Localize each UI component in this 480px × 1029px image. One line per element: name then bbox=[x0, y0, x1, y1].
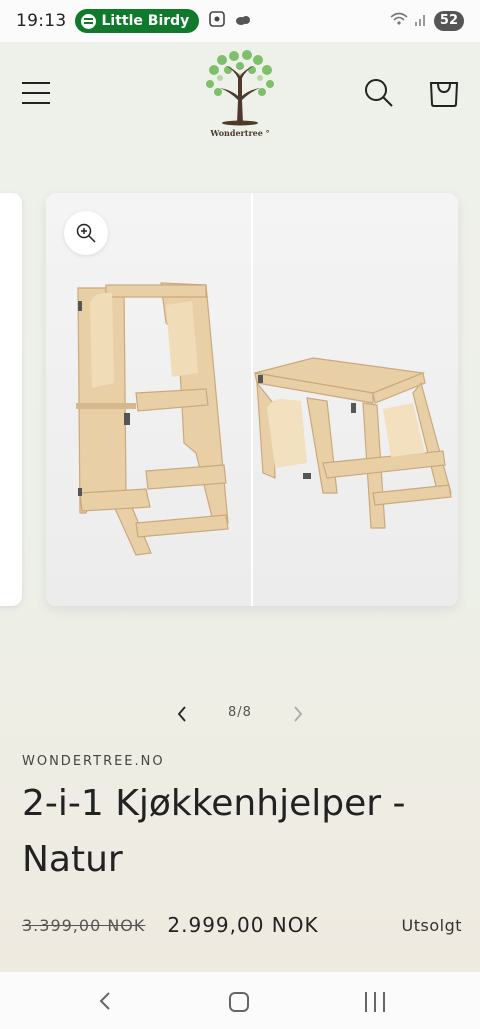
battery-indicator: 52 bbox=[433, 11, 464, 31]
tree-logo-icon bbox=[206, 50, 274, 126]
product-gallery[interactable] bbox=[0, 193, 480, 607]
next-slide-button[interactable] bbox=[288, 702, 308, 726]
zoom-button[interactable] bbox=[64, 211, 108, 255]
recent-apps-button[interactable] bbox=[364, 992, 386, 1012]
previous-slide-button[interactable] bbox=[172, 702, 192, 726]
slide-counter: 8/8 bbox=[228, 705, 252, 720]
sale-price: 2.999,00 NOK bbox=[167, 913, 319, 937]
back-button[interactable] bbox=[96, 990, 116, 1012]
previous-slide-peek[interactable] bbox=[0, 193, 22, 606]
slider-controls: 8/8 bbox=[0, 700, 480, 728]
zoom-in-icon bbox=[76, 223, 96, 243]
price-row: 3.399,00 NOK 2.999,00 NOK Utsolgt bbox=[22, 910, 462, 940]
back-icon bbox=[99, 992, 110, 1010]
cart-icon bbox=[429, 82, 459, 107]
search-icon bbox=[365, 79, 393, 107]
brand-logo[interactable]: Wondertree ° bbox=[195, 48, 285, 144]
product-image-tower bbox=[46, 193, 251, 606]
chevron-right-icon bbox=[294, 706, 303, 722]
cloud-icon bbox=[235, 12, 251, 30]
signal-icon bbox=[414, 12, 428, 31]
screenshot-icon bbox=[209, 11, 226, 31]
spotify-icon bbox=[80, 13, 96, 29]
status-time: 19:13 bbox=[16, 11, 67, 31]
now-playing-label: Little Birdy bbox=[101, 13, 190, 29]
product-image-slide[interactable] bbox=[46, 193, 458, 606]
wifi-icon bbox=[390, 12, 408, 30]
status-bar: 19:13 Little Birdy 52 bbox=[0, 0, 480, 42]
cart-button[interactable] bbox=[428, 76, 460, 108]
product-vendor: WONDERTREE.NO bbox=[22, 754, 165, 769]
sold-out-badge: Utsolgt bbox=[401, 915, 462, 935]
brand-name: Wondertree ° bbox=[210, 128, 270, 138]
search-button[interactable] bbox=[364, 78, 394, 108]
regular-price: 3.399,00 NOK bbox=[22, 915, 146, 935]
system-nav-bar bbox=[0, 972, 480, 1029]
now-playing-pill[interactable]: Little Birdy bbox=[74, 9, 200, 33]
chevron-left-icon bbox=[177, 706, 186, 722]
home-button[interactable] bbox=[229, 992, 249, 1012]
product-image-table bbox=[253, 193, 458, 606]
menu-button[interactable] bbox=[22, 80, 50, 106]
site-header: Wondertree ° bbox=[0, 42, 480, 152]
product-title: 2-i-1 Kjøkkenhjelper - Natur bbox=[22, 783, 406, 880]
